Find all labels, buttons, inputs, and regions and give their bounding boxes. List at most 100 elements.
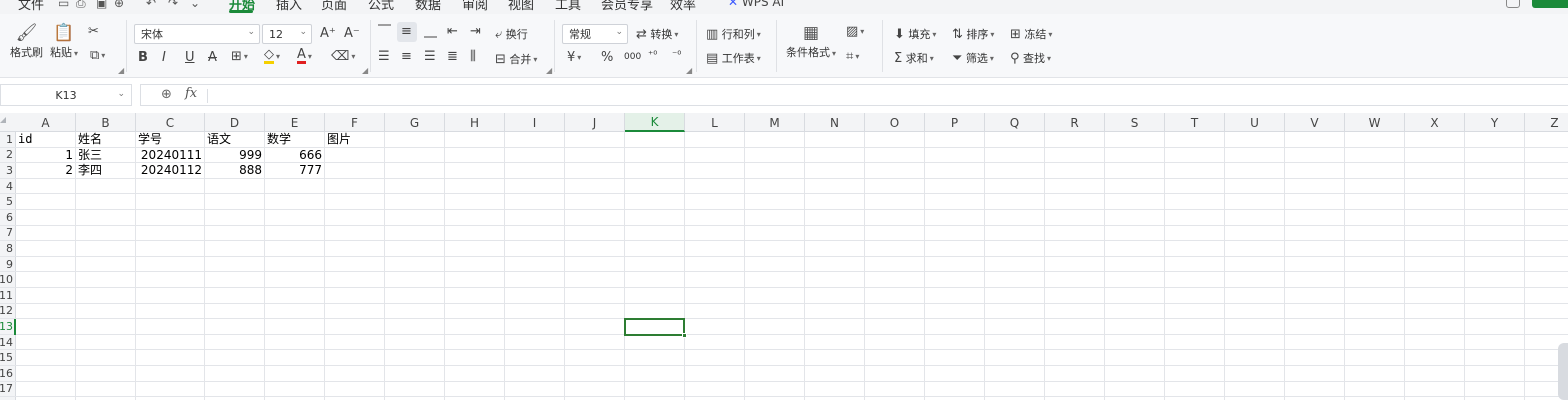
find-dropdown-icon[interactable]: ▾ (1047, 54, 1051, 63)
cell-e2[interactable]: 666 (265, 148, 325, 164)
border-dropdown-icon[interactable]: ▾ (244, 52, 248, 61)
cell-f1[interactable]: 图片 (325, 132, 385, 148)
align-top-button[interactable]: ⎺ (378, 24, 391, 39)
copy-dropdown-icon[interactable]: ▾ (101, 51, 105, 60)
cell-a2[interactable]: 1 (16, 148, 76, 164)
cell-c1[interactable]: 学号 (136, 132, 205, 148)
vertical-scrollbar[interactable] (1558, 343, 1568, 400)
cell-e1[interactable]: 数学 (265, 132, 325, 148)
sort-dropdown-icon[interactable]: ▾ (990, 30, 994, 39)
fill-color-button[interactable]: ◇ ▾ (264, 48, 280, 64)
column-header-k[interactable]: K (625, 113, 685, 132)
zoom-formula-icon[interactable]: ⊕ (161, 87, 172, 102)
column-header-v[interactable]: V (1285, 113, 1345, 132)
column-header-o[interactable]: O (865, 113, 925, 132)
cell-b2[interactable]: 张三 (76, 148, 136, 164)
font-launcher-icon[interactable]: ◢ (362, 66, 368, 75)
active-cell-selection[interactable] (624, 318, 687, 338)
row-header-8[interactable]: 8 (0, 241, 16, 257)
strikethrough-button[interactable]: A (208, 50, 217, 65)
clear-dropdown-icon[interactable]: ▾ (351, 52, 355, 61)
row-header-14[interactable]: 14 (0, 335, 16, 351)
rows-columns-dropdown-icon[interactable]: ▾ (757, 30, 761, 39)
fill-dropdown-icon[interactable]: ▾ (932, 30, 936, 39)
cell-a1[interactable]: id (16, 132, 76, 148)
row-header-6[interactable]: 6 (0, 210, 16, 226)
column-header-p[interactable]: P (925, 113, 985, 132)
sum-dropdown-icon[interactable]: ▾ (930, 54, 934, 63)
number-format-select[interactable]: 常规 ⌄ (562, 24, 628, 44)
number-launcher-icon[interactable]: ◢ (686, 66, 692, 75)
font-size-select[interactable]: 12 ⌄ (262, 24, 312, 44)
sort-button[interactable]: ⇅ 排序 ▾ (952, 26, 994, 42)
currency-button[interactable]: ¥ ▾ (567, 50, 581, 65)
percent-button[interactable]: % (601, 50, 613, 65)
tab-insert[interactable]: 插入 (276, 0, 302, 13)
wps-ai-button[interactable]: ✕ WPS AI (728, 0, 784, 9)
align-right-button[interactable]: ☰ (424, 49, 436, 64)
distributed-button[interactable]: ⫼ (470, 49, 476, 64)
wrap-text-button[interactable]: ⤶ 换行 (495, 26, 528, 42)
column-header-z[interactable]: Z (1525, 113, 1568, 132)
row-header-9[interactable]: 9 (0, 257, 16, 273)
paste-button[interactable]: 📋 粘贴 ▾ (50, 22, 78, 60)
column-header-q[interactable]: Q (985, 113, 1045, 132)
paste-dropdown-icon[interactable]: ▾ (74, 49, 78, 58)
tab-efficiency[interactable]: 效率 (670, 0, 696, 13)
copy-button[interactable]: ⧉ ▾ (90, 48, 105, 63)
fx-icon[interactable]: fx (185, 86, 197, 101)
window-icon[interactable] (1506, 0, 1520, 8)
align-left-button[interactable]: ☰ (378, 49, 390, 64)
border-button[interactable]: ⊞ ▾ (231, 49, 248, 64)
tab-page[interactable]: 页面 (321, 0, 347, 13)
row-header-4[interactable]: 4 (0, 179, 16, 195)
column-header-m[interactable]: M (745, 113, 805, 132)
row-header-12[interactable]: 12 (0, 304, 16, 320)
column-header-h[interactable]: H (445, 113, 505, 132)
search-preview-icon[interactable]: ⊕ (114, 0, 124, 10)
crop-button[interactable]: ⌗ ▾ (846, 49, 859, 64)
row-header-17[interactable]: 17 (0, 382, 16, 398)
decrease-decimal-button[interactable]: ⁻⁰ (672, 50, 681, 61)
column-header-g[interactable]: G (385, 113, 445, 132)
cut-button[interactable]: ✂ (88, 24, 99, 39)
increase-indent-button[interactable]: ⇥ (470, 24, 481, 39)
row-header-3[interactable]: 3 (0, 163, 16, 179)
column-header-x[interactable]: X (1405, 113, 1465, 132)
column-header-r[interactable]: R (1045, 113, 1105, 132)
column-header-n[interactable]: N (805, 113, 865, 132)
merge-dropdown-icon[interactable]: ▾ (533, 55, 537, 64)
justify-button[interactable]: ≣ (447, 49, 458, 64)
cell-style-dropdown-icon[interactable]: ▾ (860, 27, 864, 36)
filter-dropdown-icon[interactable]: ▾ (990, 54, 994, 63)
tab-data[interactable]: 数据 (415, 0, 441, 13)
decrease-font-button[interactable]: A⁻ (344, 26, 360, 41)
cell-d2[interactable]: 999 (205, 148, 265, 164)
quick-access-more-icon[interactable]: ⌄ (190, 0, 200, 10)
cell-d1[interactable]: 语文 (205, 132, 265, 148)
column-header-t[interactable]: T (1165, 113, 1225, 132)
fill-color-dropdown-icon[interactable]: ▾ (276, 52, 280, 61)
convert-dropdown-icon[interactable]: ▾ (674, 30, 678, 39)
row-header-15[interactable]: 15 (0, 350, 16, 366)
fill-handle[interactable] (682, 332, 687, 338)
find-button[interactable]: ⚲ 查找 ▾ (1010, 50, 1051, 66)
column-header-d[interactable]: D (205, 113, 265, 132)
print-icon[interactable]: ⎙ (76, 0, 86, 11)
decrease-indent-button[interactable]: ⇤ (447, 24, 458, 39)
row-header-1[interactable]: 1 (0, 132, 16, 148)
column-header-f[interactable]: F (325, 113, 385, 132)
column-header-y[interactable]: Y (1465, 113, 1525, 132)
menu-file[interactable]: 文件 (18, 0, 44, 13)
tab-tools[interactable]: 工具 (555, 0, 581, 13)
convert-button[interactable]: ⇄ 转换 ▾ (636, 26, 678, 42)
clear-format-button[interactable]: ⌫ ▾ (331, 49, 355, 64)
thousands-button[interactable]: 000 (624, 52, 641, 62)
bold-button[interactable]: B (138, 50, 148, 65)
row-header-2[interactable]: 2 (0, 148, 16, 164)
currency-dropdown-icon[interactable]: ▾ (577, 53, 581, 62)
conditional-format-button[interactable]: ▦ 条件格式 ▾ (786, 22, 836, 60)
crop-dropdown-icon[interactable]: ▾ (855, 52, 859, 61)
column-header-j[interactable]: J (565, 113, 625, 132)
tab-view[interactable]: 视图 (508, 0, 534, 13)
